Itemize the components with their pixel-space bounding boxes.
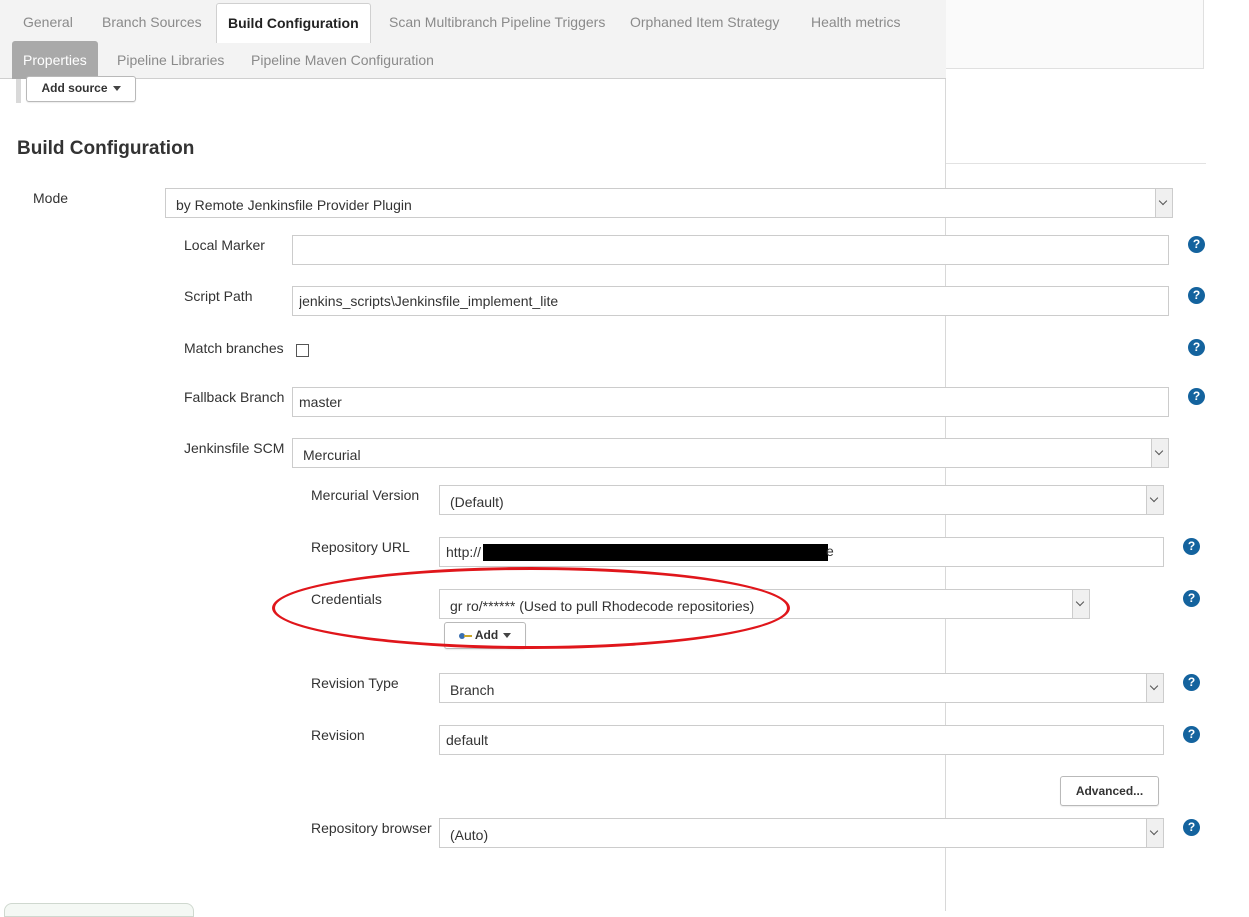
tab-branch-sources[interactable]: Branch Sources: [91, 3, 213, 41]
help-icon[interactable]: ?: [1183, 674, 1200, 691]
jenkinsfile-scm-label: Jenkinsfile SCM: [184, 440, 285, 456]
mercurial-version-value: (Default): [450, 494, 504, 510]
fallback-branch-input[interactable]: [292, 387, 1169, 417]
match-branches-label: Match branches: [184, 340, 284, 356]
advanced-button[interactable]: Advanced...: [1060, 776, 1159, 806]
repository-browser-value: (Auto): [450, 827, 489, 843]
revision-type-value: Branch: [450, 682, 495, 698]
help-icon[interactable]: ?: [1188, 287, 1205, 304]
chevron-down-icon: [503, 633, 512, 639]
section-divider: [946, 163, 1206, 164]
tab-scan-triggers[interactable]: Scan Multibranch Pipeline Triggers: [378, 3, 616, 41]
help-icon[interactable]: ?: [1183, 726, 1200, 743]
jenkinsfile-scm-value: Mercurial: [303, 447, 361, 463]
chevron-down-icon: [1146, 486, 1163, 514]
help-icon[interactable]: ?: [1183, 590, 1200, 607]
help-icon[interactable]: ?: [1188, 236, 1205, 253]
tab-properties[interactable]: Properties: [12, 41, 98, 79]
tab-health-metrics[interactable]: Health metrics: [800, 3, 911, 41]
chevron-down-icon: [112, 86, 121, 92]
jenkinsfile-scm-select[interactable]: Mercurial: [292, 438, 1169, 468]
redaction-bar: [483, 544, 828, 561]
header-right-panel: [946, 0, 1204, 69]
revision-input[interactable]: [439, 725, 1164, 755]
help-icon[interactable]: ?: [1188, 388, 1205, 405]
fallback-branch-label: Fallback Branch: [184, 389, 285, 405]
chevron-down-icon: [1146, 819, 1163, 847]
chevron-down-icon: [1151, 439, 1168, 467]
add-credentials-label: Add: [474, 628, 499, 642]
add-source-button[interactable]: Add source: [26, 76, 136, 102]
mercurial-version-label: Mercurial Version: [311, 487, 420, 503]
mercurial-version-select[interactable]: (Default): [439, 485, 1164, 515]
repository-url-suffix: e: [826, 543, 834, 559]
help-icon[interactable]: ?: [1183, 538, 1200, 555]
section-title: Build Configuration: [17, 138, 195, 159]
repository-browser-label: Repository browser: [311, 820, 432, 836]
revision-type-select[interactable]: Branch: [439, 673, 1164, 703]
script-path-label: Script Path: [184, 288, 253, 304]
key-icon: [458, 632, 473, 640]
help-icon[interactable]: ?: [1188, 339, 1205, 356]
repository-url-prefix: http://: [446, 544, 482, 560]
script-path-input[interactable]: [292, 286, 1169, 316]
local-marker-label: Local Marker: [184, 237, 265, 253]
credentials-label: Credentials: [311, 591, 382, 607]
credentials-value: gr ro/****** (Used to pull Rhodecode rep…: [450, 598, 755, 614]
revision-type-label: Revision Type: [311, 675, 399, 691]
tab-pipeline-maven[interactable]: Pipeline Maven Configuration: [240, 41, 445, 79]
tab-pipeline-libraries[interactable]: Pipeline Libraries: [106, 41, 235, 79]
match-branches-checkbox[interactable]: [296, 344, 309, 357]
chevron-down-icon: [1155, 189, 1172, 217]
local-marker-input[interactable]: [292, 235, 1169, 265]
bottom-save-bar: [4, 903, 194, 917]
repository-browser-select[interactable]: (Auto): [439, 818, 1164, 848]
mode-label: Mode: [33, 190, 69, 206]
help-icon[interactable]: ?: [1183, 819, 1200, 836]
tab-build-configuration[interactable]: Build Configuration: [216, 3, 371, 43]
add-credentials-button[interactable]: Add: [444, 622, 526, 649]
mode-select[interactable]: by Remote Jenkinsfile Provider Plugin: [165, 188, 1173, 218]
tab-orphaned-item-strategy[interactable]: Orphaned Item Strategy: [619, 3, 790, 41]
tab-general[interactable]: General: [12, 3, 84, 41]
add-source-label: Add source: [41, 81, 108, 95]
section-indent-bar: [16, 79, 21, 103]
credentials-select[interactable]: gr ro/****** (Used to pull Rhodecode rep…: [439, 589, 1090, 619]
revision-label: Revision: [311, 727, 365, 743]
mode-value: by Remote Jenkinsfile Provider Plugin: [176, 197, 412, 213]
chevron-down-icon: [1072, 590, 1089, 618]
repository-url-label: Repository URL: [311, 539, 410, 555]
chevron-down-icon: [1146, 674, 1163, 702]
